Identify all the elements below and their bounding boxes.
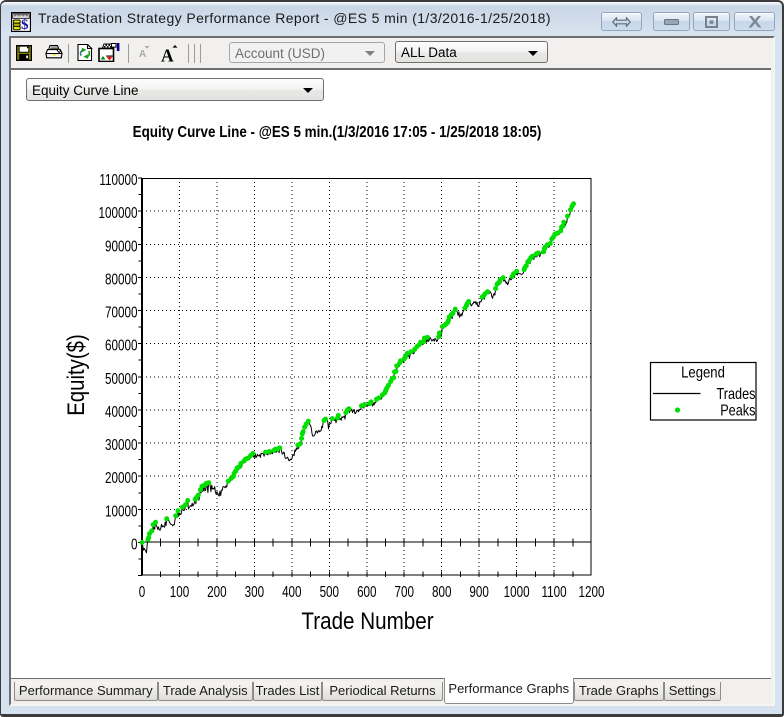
svg-text:30000: 30000 — [105, 435, 138, 453]
svg-text:300: 300 — [245, 582, 265, 600]
svg-text:40000: 40000 — [105, 402, 138, 420]
svg-text:700: 700 — [394, 582, 414, 600]
svg-text:1000: 1000 — [504, 582, 530, 600]
svg-text:0: 0 — [131, 535, 138, 553]
svg-text:400: 400 — [282, 582, 302, 600]
svg-text:60000: 60000 — [105, 336, 138, 354]
svg-text:600: 600 — [357, 582, 377, 600]
svg-text:Trades: Trades — [716, 386, 755, 403]
svg-text:110000: 110000 — [99, 170, 137, 188]
svg-text:100000: 100000 — [99, 203, 138, 221]
svg-text:90000: 90000 — [105, 236, 138, 254]
svg-text:0: 0 — [139, 582, 146, 600]
svg-text:1200: 1200 — [579, 582, 605, 600]
svg-text:500: 500 — [320, 582, 340, 600]
svg-text:100: 100 — [170, 582, 190, 600]
svg-text:Trade Number: Trade Number — [301, 608, 434, 635]
svg-text:900: 900 — [469, 582, 489, 600]
svg-text:200: 200 — [207, 582, 227, 600]
svg-text:Equity($): Equity($) — [62, 334, 89, 416]
svg-text:70000: 70000 — [105, 303, 138, 321]
svg-text:20000: 20000 — [105, 468, 138, 486]
svg-text:50000: 50000 — [105, 369, 138, 387]
svg-text:80000: 80000 — [105, 270, 138, 288]
svg-text:10000: 10000 — [105, 502, 138, 520]
svg-text:Equity Curve Line - @ES 5 min.: Equity Curve Line - @ES 5 min.(1/3/2016 … — [133, 124, 542, 141]
svg-text:Peaks: Peaks — [720, 402, 755, 419]
svg-text:800: 800 — [432, 582, 452, 600]
svg-text:1100: 1100 — [541, 582, 566, 600]
svg-text:Legend: Legend — [681, 364, 725, 381]
